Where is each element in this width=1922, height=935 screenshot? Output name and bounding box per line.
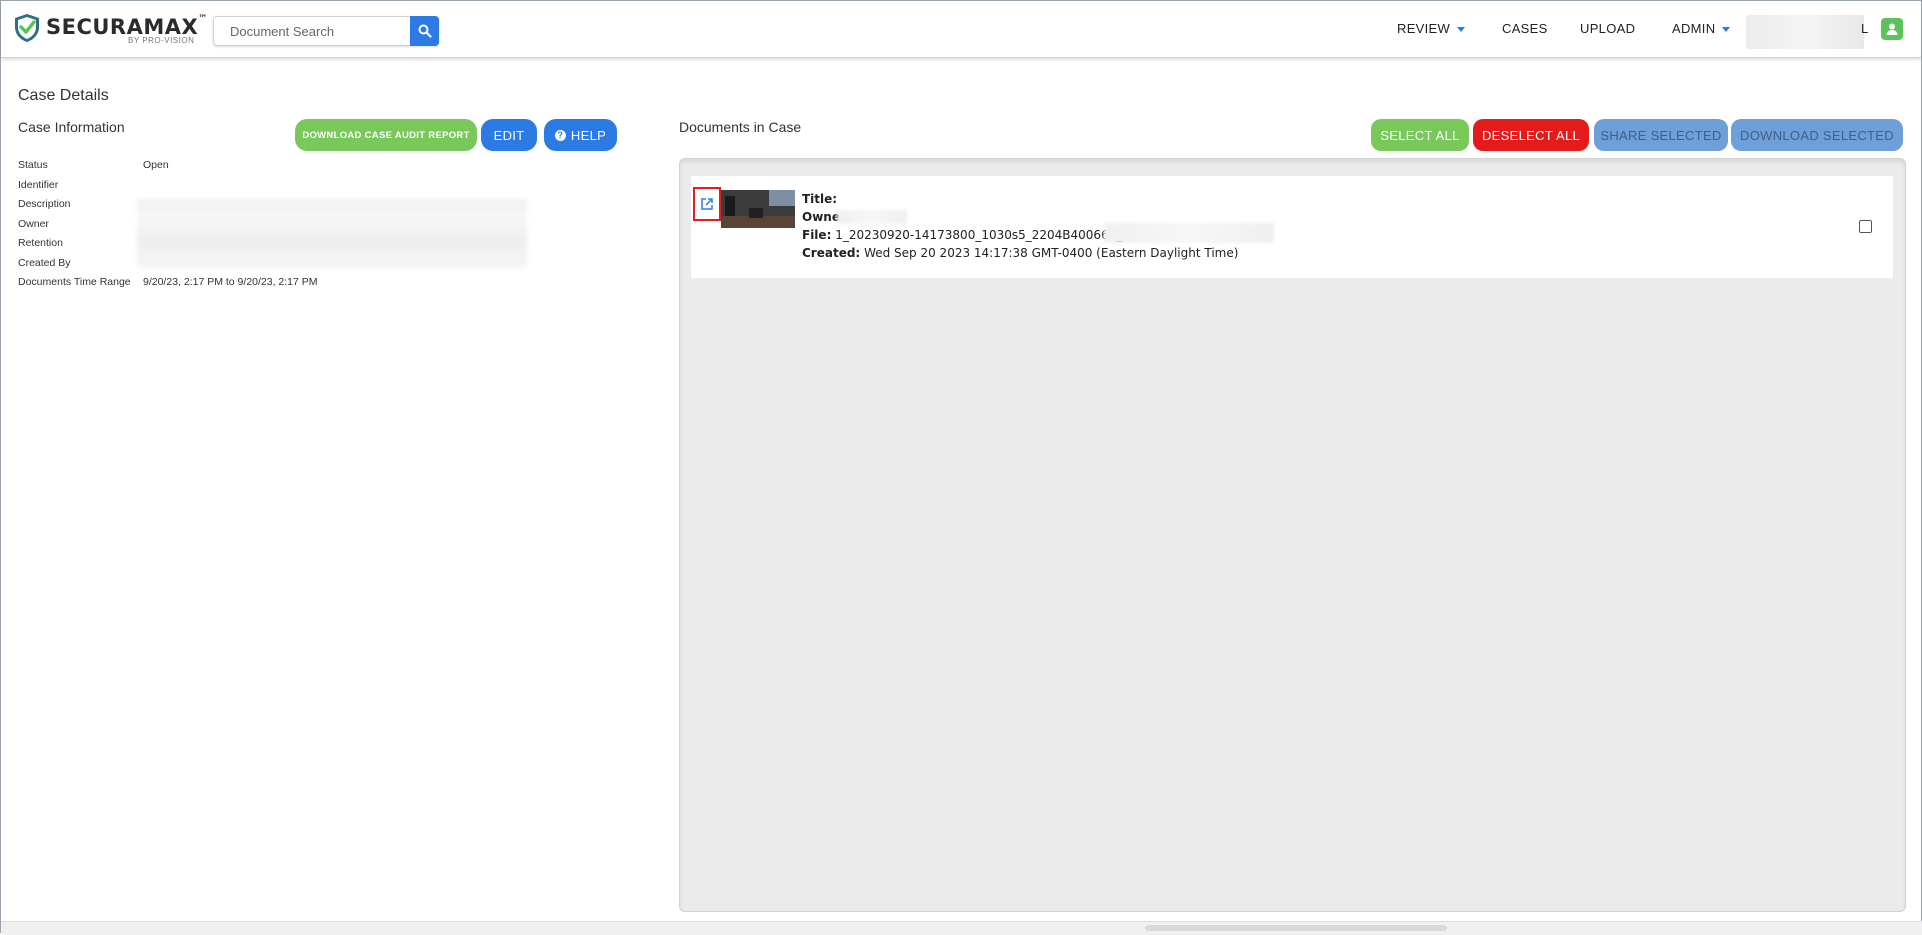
document-created-row: Created: Wed Sep 20 2023 14:17:38 GMT-04… [802, 246, 1238, 260]
user-name-visible-letter: L [1861, 21, 1869, 36]
help-button-label: HELP [570, 127, 607, 143]
created-by-label: Created By [18, 257, 71, 269]
owner-label: Owner [18, 218, 49, 230]
question-circle-icon: ? [554, 129, 566, 141]
description-label: Description [18, 198, 71, 210]
download-case-audit-report-button[interactable]: DOWNLOAD CASE AUDIT REPORT [295, 119, 477, 151]
nav-admin[interactable]: ADMIN [1672, 1, 1731, 57]
document-select-checkbox[interactable] [1859, 220, 1872, 233]
securamax-logo[interactable]: SECURAMAX™ BY PRO-VISION [13, 13, 213, 45]
share-selected-button[interactable]: SHARE SELECTED [1594, 119, 1728, 151]
documents-time-range-value: 9/20/23, 2:17 PM to 9/20/23, 2:17 PM [143, 276, 318, 288]
horizontal-scrollbar-thumb[interactable] [1145, 925, 1447, 931]
shield-check-icon [15, 14, 39, 42]
identifier-label: Identifier [18, 179, 59, 191]
nav-upload[interactable]: UPLOAD [1580, 1, 1635, 57]
app-window: SECURAMAX™ BY PRO-VISION REVIEW CASES UP… [0, 0, 1922, 935]
deselect-all-button[interactable]: DESELECT ALL [1473, 119, 1589, 151]
file-value: 1_20230920-14173800_1030s5_2204B400664_r [835, 228, 1128, 242]
documents-time-range-label: Documents Time Range [18, 276, 131, 288]
document-search-box [213, 16, 439, 46]
user-menu-button[interactable] [1881, 18, 1903, 40]
select-all-button[interactable]: SELECT ALL [1371, 119, 1469, 151]
brand-subtitle: BY PRO-VISION [128, 36, 195, 45]
nav-upload-label: UPLOAD [1580, 21, 1636, 36]
title-label: Title: [802, 192, 838, 206]
status-label: Status [18, 159, 48, 171]
status-value: Open [143, 159, 169, 171]
download-selected-button[interactable]: DOWNLOAD SELECTED [1731, 119, 1903, 151]
open-document-button[interactable] [693, 187, 721, 221]
nav-admin-label: ADMIN [1672, 21, 1716, 36]
search-button[interactable] [410, 16, 439, 46]
redacted-case-details [137, 199, 527, 269]
nav-cases-label: CASES [1502, 21, 1548, 36]
redacted-owner [837, 210, 907, 224]
user-name-redacted[interactable] [1746, 15, 1864, 49]
caret-down-icon [1457, 27, 1466, 33]
document-search-input[interactable] [214, 17, 404, 45]
nav-review[interactable]: REVIEW [1397, 1, 1466, 57]
edit-button[interactable]: EDIT [481, 119, 537, 151]
nav-review-label: REVIEW [1397, 21, 1451, 36]
documents-in-case-heading: Documents in Case [679, 119, 802, 135]
search-icon [418, 24, 432, 38]
help-button[interactable]: ? HELP [544, 119, 617, 151]
document-card [691, 176, 1893, 278]
caret-down-icon [1722, 27, 1731, 33]
nav-cases[interactable]: CASES [1502, 1, 1548, 57]
video-thumbnail-image [721, 190, 795, 228]
redacted-file-suffix [1104, 223, 1274, 243]
retention-label: Retention [18, 237, 63, 249]
case-information-heading: Case Information [18, 119, 125, 135]
document-thumbnail[interactable] [721, 190, 795, 228]
document-file-row: File: 1_20230920-14173800_1030s5_2204B40… [802, 228, 1127, 242]
page-title: Case Details [18, 87, 109, 104]
top-navbar: SECURAMAX™ BY PRO-VISION REVIEW CASES UP… [1, 1, 1921, 58]
document-title-row: Title: [802, 192, 837, 206]
created-value: Wed Sep 20 2023 14:17:38 GMT-0400 (Easte… [864, 246, 1239, 260]
file-label: File: [802, 228, 832, 242]
created-label: Created: [802, 246, 861, 260]
external-link-icon [701, 198, 713, 210]
user-icon [1886, 23, 1898, 35]
